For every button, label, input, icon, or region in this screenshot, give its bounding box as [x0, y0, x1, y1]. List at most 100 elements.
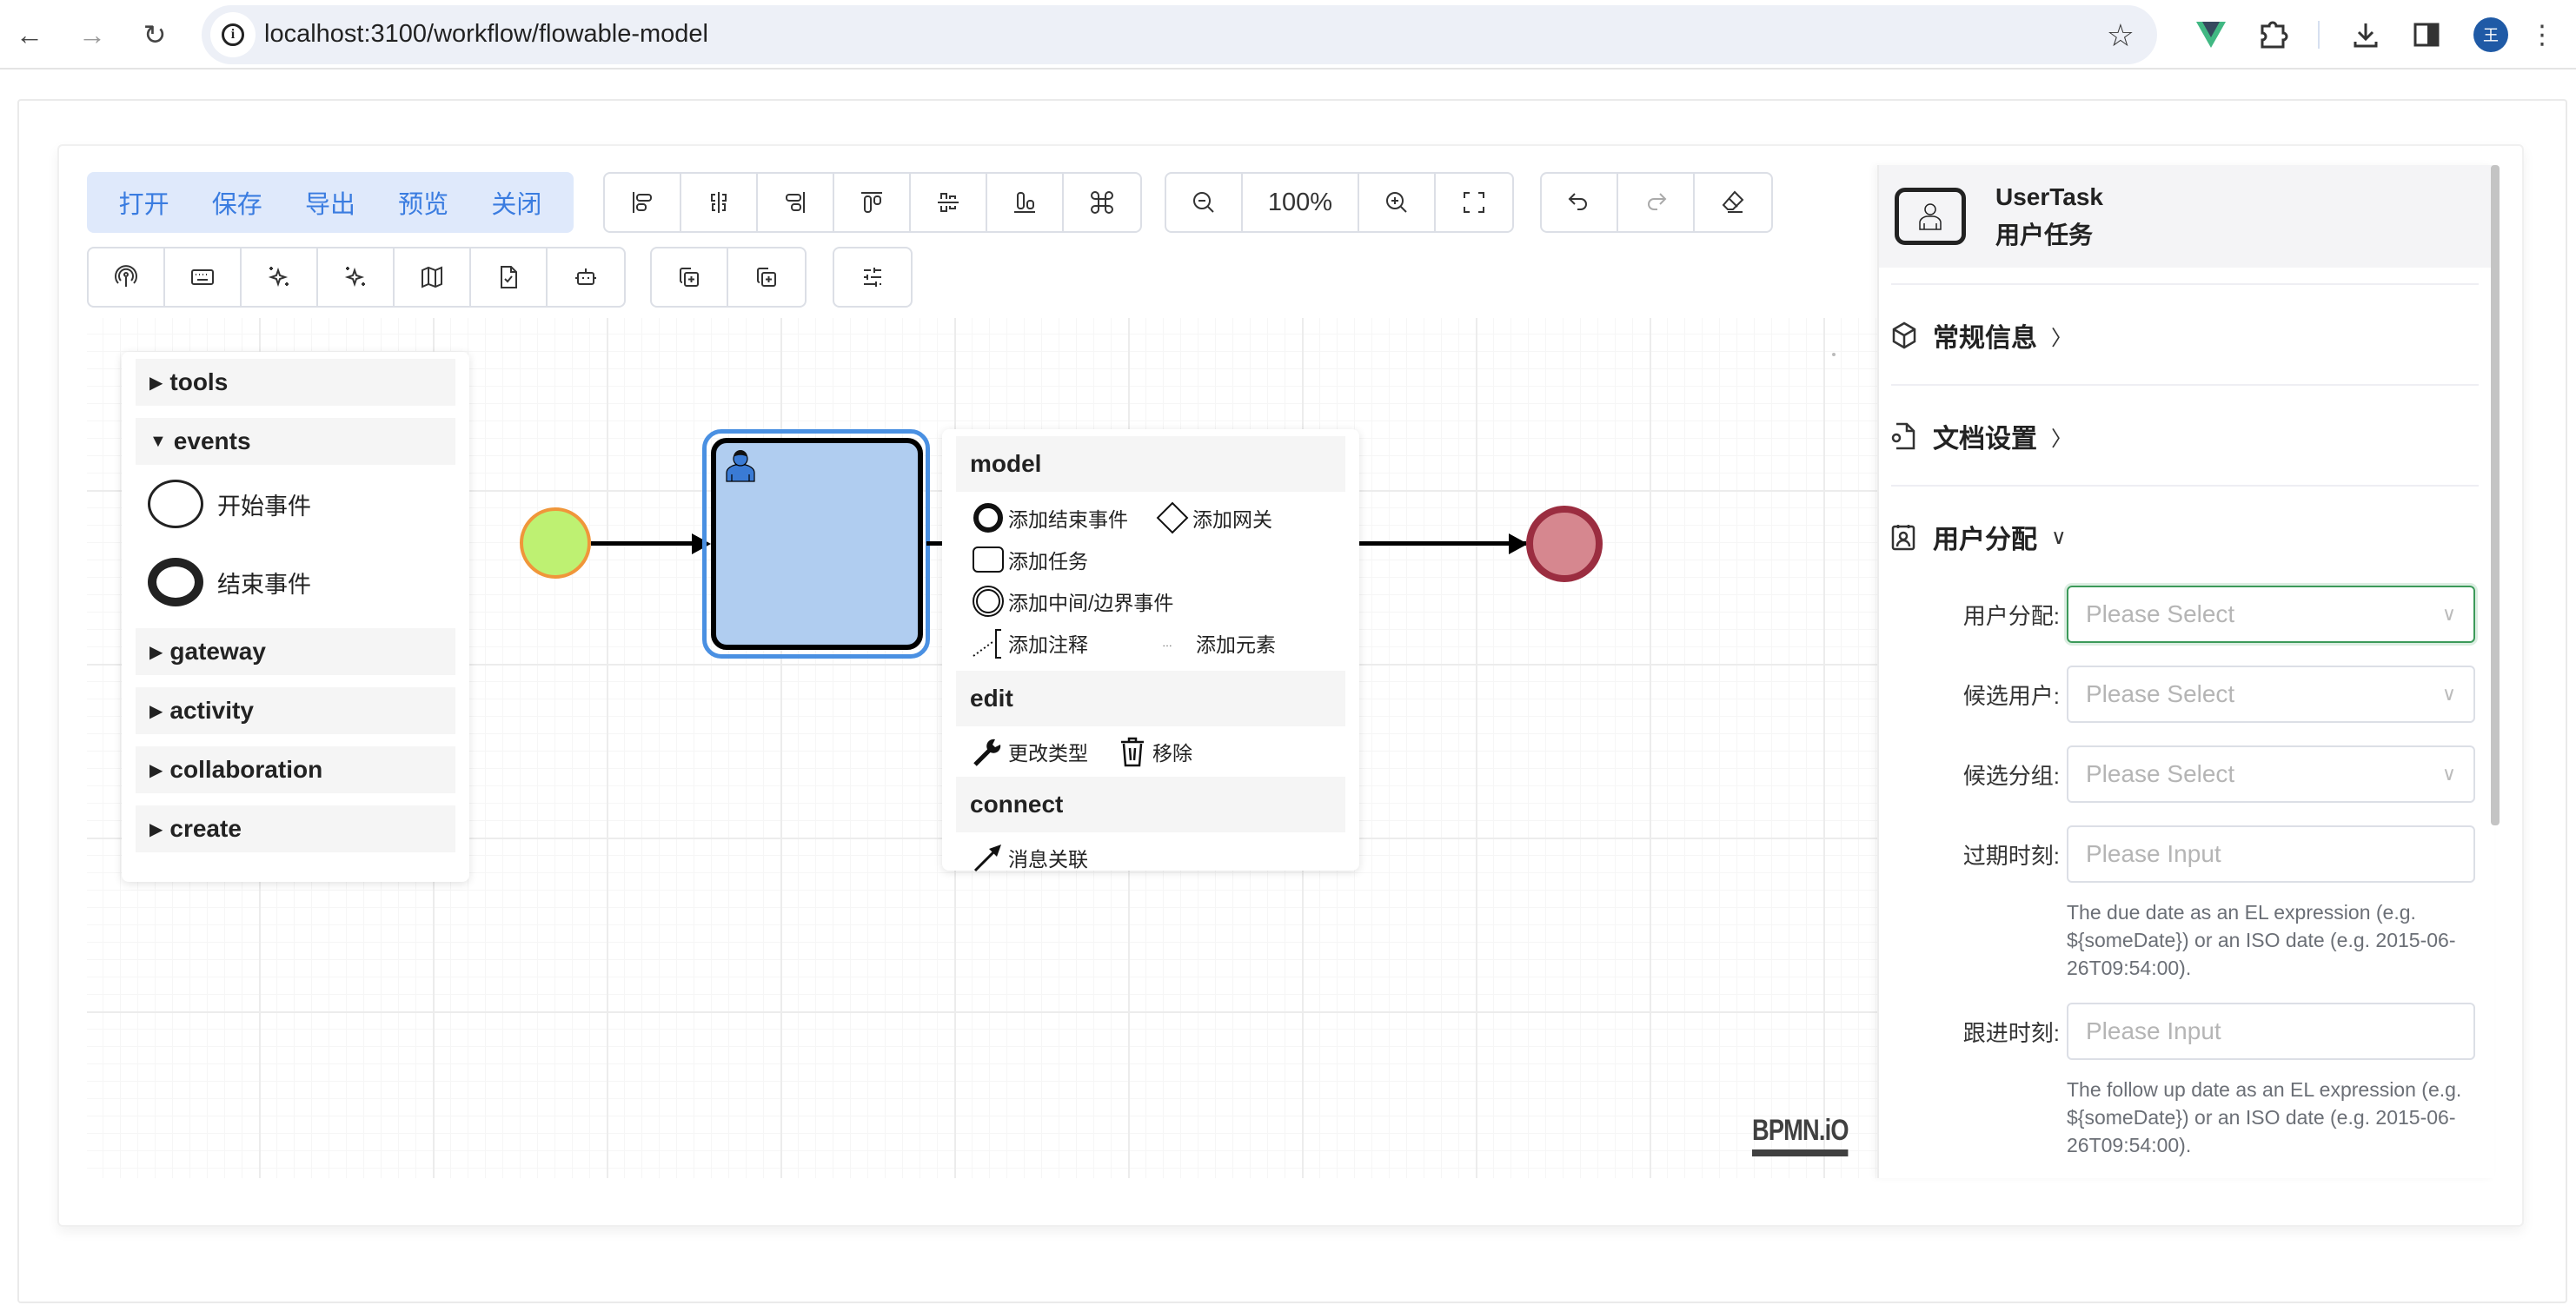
side-panel-icon[interactable] — [2407, 16, 2446, 54]
align-right-button[interactable] — [758, 174, 834, 231]
connect-button[interactable]: 消息关联 — [972, 841, 1088, 874]
intermediate-event-icon — [972, 585, 1005, 618]
palette-group-activity[interactable]: ▶ activity — [136, 687, 455, 734]
podcast-button[interactable] — [89, 248, 165, 306]
bpmn-io-logo[interactable]: BPMN.iO — [1752, 1114, 1849, 1156]
palette-end-event[interactable]: 结束事件 — [136, 543, 455, 621]
bot-button[interactable] — [548, 248, 624, 306]
context-group-edit: edit — [956, 671, 1345, 726]
delete-button[interactable]: 移除 — [1116, 735, 1192, 768]
toolbar-divider — [2318, 21, 2320, 49]
back-button[interactable]: ← — [10, 16, 49, 54]
zoom-in-icon — [1386, 192, 1407, 213]
align-center-button[interactable] — [681, 174, 758, 231]
eraser-icon — [1722, 190, 1744, 213]
append-text-annotation[interactable]: 添加注释 — [972, 626, 1088, 659]
chevron-down-icon: ∨ — [2441, 603, 2456, 625]
caret-down-icon: ▼ — [149, 431, 167, 451]
candidate-users-select[interactable]: Please Select ∨ — [2067, 666, 2475, 723]
file-settings-icon — [1891, 421, 1922, 452]
zoom-out-button[interactable] — [1166, 174, 1243, 231]
settings-button[interactable] — [834, 248, 911, 306]
sparkles-button-1[interactable] — [242, 248, 318, 306]
keyboard-button[interactable] — [165, 248, 242, 306]
reload-icon: ↻ — [143, 19, 167, 50]
map-icon — [422, 266, 442, 288]
palette-group-create[interactable]: ▶ create — [136, 805, 455, 852]
align-top-button[interactable] — [834, 174, 911, 231]
user-icon — [726, 450, 755, 482]
cube-icon — [1891, 320, 1922, 351]
due-date-input[interactable]: Please Input — [2067, 825, 2475, 883]
preview-button[interactable]: 预览 — [398, 184, 448, 221]
section-general[interactable]: 常规信息〉 — [1891, 283, 2479, 386]
sparkles-icon — [344, 267, 365, 288]
properties-scrollbar[interactable] — [2491, 165, 2500, 825]
sequence-flow-2[interactable] — [1359, 541, 1526, 546]
append-intermediate-event[interactable]: 添加中间/边界事件 — [972, 585, 1173, 618]
paste-button[interactable] — [728, 248, 805, 306]
forward-button[interactable]: → — [73, 16, 111, 54]
palette-group-collaboration[interactable]: ▶ collaboration — [136, 746, 455, 793]
fit-viewport-button[interactable] — [1436, 174, 1512, 231]
profile-avatar[interactable]: 王 — [2472, 16, 2510, 54]
follow-up-date-help: The follow up date as an EL expression (… — [2067, 1078, 2462, 1156]
browser-menu-icon[interactable]: ⋮ — [2529, 16, 2555, 54]
append-end-event[interactable]: 添加结束事件 — [972, 501, 1128, 534]
palette-group-tools[interactable]: ▶ tools — [136, 359, 455, 406]
sparkles-button-2[interactable] — [318, 248, 395, 306]
reload-button[interactable]: ↻ — [136, 16, 174, 54]
assignee-select[interactable]: Please Select ∨ — [2067, 586, 2475, 643]
user-task[interactable] — [711, 438, 923, 650]
align-right-icon — [786, 192, 805, 213]
close-button[interactable]: 关闭 — [491, 184, 541, 221]
wrench-icon — [972, 735, 1005, 768]
bookmark-star-icon[interactable]: ☆ — [2107, 17, 2134, 54]
export-button[interactable]: 导出 — [305, 184, 355, 221]
palette-group-gateway[interactable]: ▶ gateway — [136, 628, 455, 675]
end-event[interactable] — [1526, 506, 1603, 582]
url-text[interactable]: localhost:3100/workflow/flowable-model — [264, 20, 708, 49]
zoom-in-button[interactable] — [1359, 174, 1436, 231]
redo-icon — [1648, 193, 1667, 210]
redo-button[interactable] — [1618, 174, 1695, 231]
palette-group-events[interactable]: ▼ events — [136, 418, 455, 465]
open-button[interactable]: 打开 — [119, 184, 169, 221]
follow-up-date-input[interactable]: Please Input — [2067, 1003, 2475, 1060]
copy-button[interactable] — [652, 248, 728, 306]
align-middle-button[interactable] — [911, 174, 987, 231]
fullscreen-icon — [1464, 192, 1484, 213]
append-gateway[interactable]: 添加网关 — [1156, 501, 1272, 534]
replace-button[interactable]: 更改类型 — [972, 735, 1088, 768]
chevron-down-icon: ∨ — [2441, 683, 2456, 705]
field-follow-up-date: 跟进时刻: Please Input — [1891, 1003, 2479, 1060]
align-left-button[interactable] — [605, 174, 681, 231]
minimap-button[interactable] — [395, 248, 471, 306]
section-documentation[interactable]: 文档设置〉 — [1891, 384, 2479, 487]
clear-button[interactable] — [1695, 174, 1771, 231]
sequence-flow-1[interactable] — [591, 541, 700, 546]
chevron-down-icon: ∨ — [2051, 525, 2067, 549]
candidate-groups-select[interactable]: Please Select ∨ — [2067, 745, 2475, 803]
context-pad: model 添加结束事件 添加网关 添加任务 添加中间/边界事件 添加注释 … 添… — [942, 429, 1359, 874]
site-info-button[interactable]: i — [210, 12, 256, 57]
section-user-assignment[interactable]: 用户分配 ∨ — [1891, 485, 2479, 587]
validate-button[interactable] — [471, 248, 548, 306]
vue-devtools-icon[interactable] — [2192, 16, 2230, 54]
downloads-icon[interactable] — [2347, 16, 2385, 54]
start-event[interactable] — [520, 507, 591, 579]
command-button[interactable] — [1064, 174, 1140, 231]
command-icon — [1091, 191, 1113, 214]
align-left-icon — [633, 192, 652, 213]
contact-icon — [1891, 521, 1922, 553]
zoom-level[interactable]: 100% — [1243, 174, 1359, 231]
save-button[interactable]: 保存 — [212, 184, 262, 221]
address-bar[interactable]: i localhost:3100/workflow/flowable-model… — [202, 5, 2157, 64]
extensions-puzzle-icon[interactable] — [2254, 16, 2293, 54]
undo-button[interactable] — [1542, 174, 1618, 231]
align-bottom-button[interactable] — [987, 174, 1064, 231]
palette-start-event[interactable]: 开始事件 — [136, 465, 455, 543]
append-element[interactable]: … 添加元素 — [1151, 626, 1276, 659]
append-task[interactable]: 添加任务 — [972, 543, 1088, 576]
sequence-flow-2-start[interactable] — [926, 541, 942, 546]
